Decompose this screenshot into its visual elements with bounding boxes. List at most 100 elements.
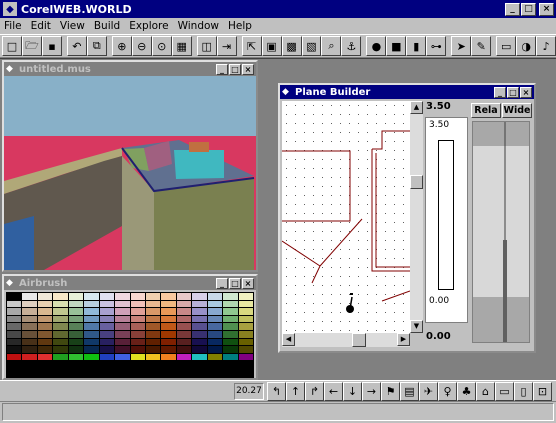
palette-swatch[interactable] (192, 323, 207, 330)
palette-swatch[interactable] (7, 293, 22, 300)
palette-swatch[interactable] (130, 330, 145, 338)
pb-hscroll-thumb[interactable] (352, 333, 366, 347)
palette-swatch[interactable] (238, 300, 253, 308)
palette-swatch[interactable] (7, 308, 22, 315)
palette-swatch[interactable] (84, 346, 99, 353)
palette-swatch[interactable] (22, 293, 37, 300)
menu-help[interactable]: Help (228, 20, 252, 32)
scroll-up-button[interactable]: ▲ (410, 101, 423, 114)
palette-swatch[interactable] (192, 293, 207, 300)
zoom-in-icon[interactable]: ⊕ (111, 36, 132, 56)
palette-swatch[interactable] (7, 338, 22, 346)
turn-left-icon[interactable]: ↰ (267, 381, 286, 401)
save-disk-icon[interactable]: ▪ (41, 36, 62, 56)
card-icon[interactable]: ▭ (495, 381, 514, 401)
pb-horizontal-scrollbar[interactable]: ◀ ▶ (282, 333, 410, 347)
wand-icon[interactable]: ✎ (471, 36, 492, 56)
link-icon[interactable]: ⊶ (426, 36, 447, 56)
palette-swatch[interactable] (37, 353, 53, 361)
palette-swatch[interactable] (7, 300, 22, 308)
open-folder-icon[interactable]: 🗁 (21, 36, 42, 56)
palette-swatch[interactable] (130, 293, 145, 300)
palette-swatch[interactable] (115, 346, 130, 353)
elevation-field[interactable]: 3.50 0.00 (425, 117, 468, 323)
palette-swatch[interactable] (223, 323, 238, 330)
palette-swatch[interactable] (22, 353, 37, 361)
palette-swatch[interactable] (115, 338, 130, 346)
move-left-icon[interactable]: ← (324, 381, 343, 401)
anchor-icon[interactable]: ⚓ (341, 36, 362, 56)
app-icon[interactable]: ◆ (3, 2, 17, 16)
tree-icon[interactable]: ♣ (457, 381, 476, 401)
palette-swatch[interactable] (161, 338, 176, 346)
palette-swatch[interactable] (223, 308, 238, 315)
palette-swatch[interactable] (130, 308, 145, 315)
pb-maximize-button[interactable]: □ (507, 86, 519, 98)
minimize-button[interactable]: _ (505, 2, 520, 16)
palette-swatch[interactable] (115, 315, 130, 323)
palette-swatch[interactable] (192, 346, 207, 353)
light-icon[interactable]: ▣ (261, 36, 282, 56)
palette-swatch[interactable] (145, 353, 161, 361)
palette-swatch[interactable] (192, 338, 207, 346)
palette-swatch[interactable] (68, 293, 84, 300)
palette-swatch[interactable] (53, 338, 68, 346)
view3d-minimize-button[interactable]: _ (216, 63, 228, 75)
palette-swatch[interactable] (161, 308, 176, 315)
palette-swatch[interactable] (238, 353, 253, 361)
palette-swatch[interactable] (53, 330, 68, 338)
palette-swatch[interactable] (53, 308, 68, 315)
palette-swatch[interactable] (207, 308, 223, 315)
close-button[interactable]: × (539, 2, 554, 16)
palette-swatch[interactable] (37, 315, 53, 323)
palette-swatch[interactable] (207, 300, 223, 308)
palette-swatch[interactable] (145, 330, 161, 338)
palette-swatch[interactable] (223, 353, 238, 361)
doc-icon[interactable]: ▯ (514, 381, 533, 401)
move-down-icon[interactable]: ↓ (343, 381, 362, 401)
texture-icon[interactable]: ▩ (281, 36, 302, 56)
pb-vscroll-thumb[interactable] (410, 175, 423, 189)
palette-swatch[interactable] (7, 353, 22, 361)
palette-swatch[interactable] (192, 300, 207, 308)
palette-swatch[interactable] (145, 315, 161, 323)
menu-build[interactable]: Build (94, 20, 120, 32)
airbrush-minimize-button[interactable]: _ (216, 277, 228, 289)
palette-swatch[interactable] (99, 293, 115, 300)
palette-swatch[interactable] (223, 293, 238, 300)
palette-swatch[interactable] (99, 338, 115, 346)
palette-swatch[interactable] (238, 338, 253, 346)
palette-swatch[interactable] (68, 323, 84, 330)
palette-swatch[interactable] (130, 353, 145, 361)
palette-swatch[interactable] (176, 293, 192, 300)
palette-swatch[interactable] (68, 300, 84, 308)
palette-swatch[interactable] (99, 346, 115, 353)
palette-swatch[interactable] (99, 308, 115, 315)
palette-swatch[interactable] (84, 308, 99, 315)
palette-swatch[interactable] (37, 330, 53, 338)
elevation-range-bar[interactable] (438, 140, 454, 290)
palette-swatch[interactable] (22, 315, 37, 323)
undo-icon[interactable]: ↶ (66, 36, 87, 56)
sound-icon[interactable]: ♪ (536, 36, 556, 56)
airbrush-title-bar[interactable]: ◆ Airbrush _ □ × (4, 276, 256, 290)
view3d-title-bar[interactable]: ◆ untitled.mus _ □ × (4, 62, 256, 76)
side-elevation-view[interactable] (472, 121, 530, 343)
palette-swatch[interactable] (37, 293, 53, 300)
cursor-icon[interactable]: ➤ (451, 36, 472, 56)
palette-swatch[interactable] (192, 330, 207, 338)
palette-swatch[interactable] (207, 315, 223, 323)
view3d-close-button[interactable]: × (242, 63, 254, 75)
palette-swatch[interactable] (130, 315, 145, 323)
palette-swatch[interactable] (176, 330, 192, 338)
palette-swatch[interactable] (68, 346, 84, 353)
walk-icon[interactable]: ⚑ (381, 381, 400, 401)
palette-swatch[interactable] (115, 300, 130, 308)
grid-icon[interactable]: ▦ (171, 36, 192, 56)
palette-swatch[interactable] (99, 323, 115, 330)
palette-swatch[interactable] (207, 353, 223, 361)
palette-swatch[interactable] (145, 338, 161, 346)
palette-swatch[interactable] (207, 338, 223, 346)
globe-icon[interactable]: ◑ (516, 36, 537, 56)
palette-swatch[interactable] (22, 300, 37, 308)
